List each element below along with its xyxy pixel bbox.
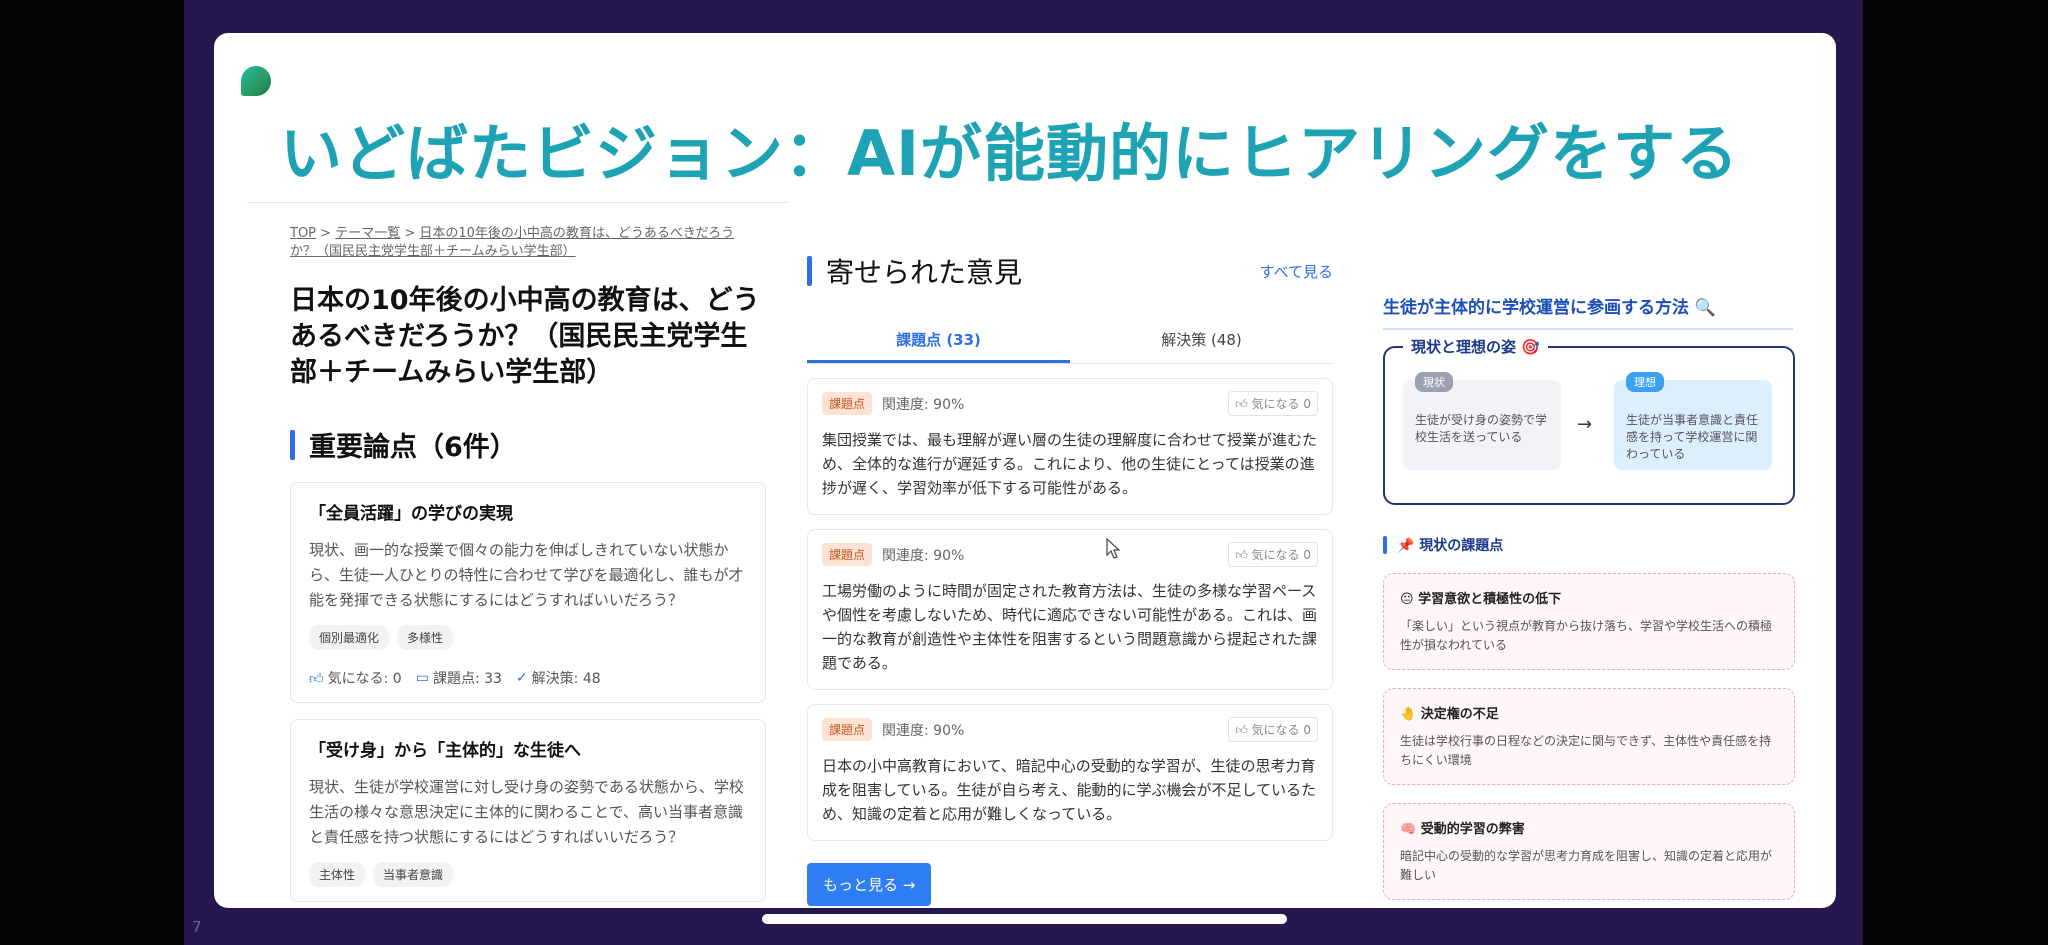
opinion-card: 課題点 関連度: 90% 👍︎ 気になる 0 工場労働のように時間が固定された教… [807,529,1333,690]
relevance-score: 関連度: 90% [882,396,965,413]
vision-panel-title: 生徒が主体的に学校運営に参画する方法 🔍 [1383,293,1793,330]
arrow-right-icon: → [1577,414,1593,435]
thumbs-up-icon: 👍︎ [1235,397,1252,411]
problem-title: 🤚 決定権の不足 [1400,707,1499,722]
opinion-card: 課題点 関連度: 90% 👍︎ 気になる 0 集団授業では、最も理解が遅い層の生… [807,378,1333,515]
key-issues-title: 重要論点（6件） [309,432,517,463]
relevance-score: 関連度: 90% [882,547,965,564]
opinion-card: 課題点 関連度: 90% 👍︎ 気になる 0 日本の小中高教育において、暗記中心… [807,704,1333,841]
opinion-text: 集団授業では、最も理解が遅い層の生徒の理解度に合わせて授業が進むため、全体的な進… [822,431,1318,497]
tag-list: 個別最適化 多様性 [309,625,747,650]
opinions-column: 寄せられた意見 すべて見る 課題点 (33) 解決策 (48) 課題点 関連度:… [807,251,1333,906]
like-button[interactable]: 👍︎ 気になる 0 [1228,542,1318,567]
like-count: 気になる: 0 [327,671,402,687]
opinion-text: 日本の小中高教育において、暗記中心の受動的な学習が、生徒の思考力育成を阻害してい… [822,757,1317,823]
home-indicator[interactable] [762,914,1287,924]
tab-solutions[interactable]: 解決策 (48) [1070,329,1333,363]
like-button-label: 気になる 0 [1251,548,1311,562]
comment-icon: ▭ [415,670,429,686]
key-issues-header: 重要論点（6件） [290,425,770,464]
issue-stat: ▭ 課題点: 33 [416,668,502,688]
problem-card: 🤚 決定権の不足 生徒は学校行事の日程などの決定に関与できず、主体性や責任感を持… [1383,688,1795,785]
relevance-score: 関連度: 90% [882,722,965,739]
current-state-text: 生徒が受け身の姿勢で学校生活を送っている [1415,413,1548,444]
vision-label: 現状と理想の姿 🎯 [1403,336,1548,357]
breadcrumb-top-link[interactable]: TOP [290,226,316,241]
issue-card-title: 「全員活躍」の学びの実現 [309,504,513,524]
thumbs-up-icon: 👍︎ [1235,723,1252,737]
solution-stat: ✓ 解決策: 48 [516,668,601,688]
issue-card-title: 「受け身」から「主体的」な生徒へ [309,741,581,761]
problem-title: 🧠 受動的学習の弊害 [1400,822,1525,837]
problem-card: 😐 学習意欲と積極性の低下 「楽しい」という視点が教育から抜け落ち、学習や学校生… [1383,573,1795,670]
issue-card-body: 現状、画一的な授業で個々の能力を伸ばしきれていない状態から、生徒一人ひとりの特性… [309,541,744,609]
accent-bar [1383,536,1387,554]
issue-count: 課題点: 33 [432,671,502,687]
topic-column: TOP > テーマ一覧 > 日本の10年後の小中高の教育は、どうあるべきだろうか… [290,225,770,902]
mouse-cursor-icon [1106,538,1120,559]
thumbs-up-icon: 👍︎ [1235,548,1252,562]
breadcrumb-separator: > [400,226,420,241]
slide-title: いどばたビジョン：AIが能動的にヒアリングをする [280,117,1740,190]
ideal-tag: 理想 [1626,372,1664,392]
ideal-state-text: 生徒が当事者意識と責任感を持って学校運営に関わっている [1626,413,1759,461]
slide-page-number: 7 [192,918,202,936]
issue-card-body: 現状、生徒が学校運営に対し受け身の姿勢である状態から、学校生活の様々な意思決定に… [309,778,744,846]
solution-count: 解決策: 48 [531,671,601,687]
tag[interactable]: 当事者意識 [373,862,454,887]
slide: いどばたビジョン：AIが能動的にヒアリングをする TOP > テーマ一覧 > 日… [214,33,1836,908]
breadcrumb-theme-link[interactable]: テーマ一覧 [335,226,400,241]
opinions-header: 寄せられた意見 すべて見る [807,251,1333,291]
like-button-label: 気になる 0 [1251,723,1311,737]
current-tag: 現状 [1415,372,1453,392]
issue-badge: 課題点 [822,718,873,741]
see-all-link[interactable]: すべて見る [1260,261,1333,282]
current-state-box: 現状 生徒が受け身の姿勢で学校生活を送っている [1403,372,1561,470]
tag[interactable]: 主体性 [309,862,366,887]
problem-title: 😐 学習意欲と積極性の低下 [1400,592,1562,607]
issue-card[interactable]: 「受け身」から「主体的」な生徒へ 現状、生徒が学校運営に対し受け身の姿勢である状… [290,719,766,902]
problems-title: 📌 現状の課題点 [1397,538,1504,554]
ideal-state-box: 理想 生徒が当事者意識と責任感を持って学校運営に関わっている [1614,372,1772,470]
vision-panel: 生徒が主体的に学校運営に参画する方法 🔍 現状と理想の姿 🎯 現状 生徒が受け身… [1383,293,1803,900]
like-button[interactable]: 👍︎ 気になる 0 [1228,391,1318,416]
page-title: 日本の10年後の小中高の教育は、どうあるべきだろうか？（国民民主党学生部＋チーム… [290,285,760,388]
breadcrumb: TOP > テーマ一覧 > 日本の10年後の小中高の教育は、どうあるべきだろうか… [290,225,760,261]
problem-text: 生徒は学校行事の日程などの決定に関与できず、主体性や責任感を持ちにくい環境 [1400,734,1772,767]
like-stat[interactable]: 👍︎ 気になる: 0 [309,668,402,688]
like-button-label: 気になる 0 [1251,397,1311,411]
tab-issues[interactable]: 課題点 (33) [807,329,1070,363]
logo-icon [241,66,271,96]
tag[interactable]: 個別最適化 [309,625,390,650]
problem-text: 暗記中心の受動的な学習が思考力育成を阻害し、知識の定着と応用が難しい [1400,849,1773,882]
problem-text: 「楽しい」という視点が教育から抜け落ち、学習や学校生活への積極性が損なわれている [1400,619,1773,652]
issue-badge: 課題点 [822,392,873,415]
opinion-text: 工場労働のように時間が固定された教育方法は、生徒の多様な学習ペースや個性を考慮し… [822,582,1318,672]
show-more-button[interactable]: もっと見る → [807,863,932,906]
tag[interactable]: 多様性 [397,625,454,650]
vision-box: 現状と理想の姿 🎯 現状 生徒が受け身の姿勢で学校生活を送っている → 理想 生… [1383,336,1795,505]
problems-header: 📌 現状の課題点 [1383,535,1803,555]
issue-card-stats: 👍︎ 気になる: 0 ▭ 課題点: 33 ✓ 解決策: 48 [309,668,747,688]
like-button[interactable]: 👍︎ 気になる 0 [1228,717,1318,742]
opinions-title: 寄せられた意見 [826,256,1023,289]
tag-list: 主体性 当事者意識 [309,862,747,887]
issue-card[interactable]: 「全員活躍」の学びの実現 現状、画一的な授業で個々の能力を伸ばしきれていない状態… [290,482,766,703]
check-circle-icon: ✓ [515,670,528,686]
title-divider [247,202,787,203]
accent-bar [290,429,295,460]
opinion-tabs: 課題点 (33) 解決策 (48) [807,329,1333,364]
breadcrumb-separator: > [316,226,336,241]
issue-badge: 課題点 [822,543,873,566]
thumbs-up-icon: 👍︎ [309,670,324,687]
problem-card: 🧠 受動的学習の弊害 暗記中心の受動的な学習が思考力育成を阻害し、知識の定着と応… [1383,803,1795,900]
accent-bar [807,256,812,286]
